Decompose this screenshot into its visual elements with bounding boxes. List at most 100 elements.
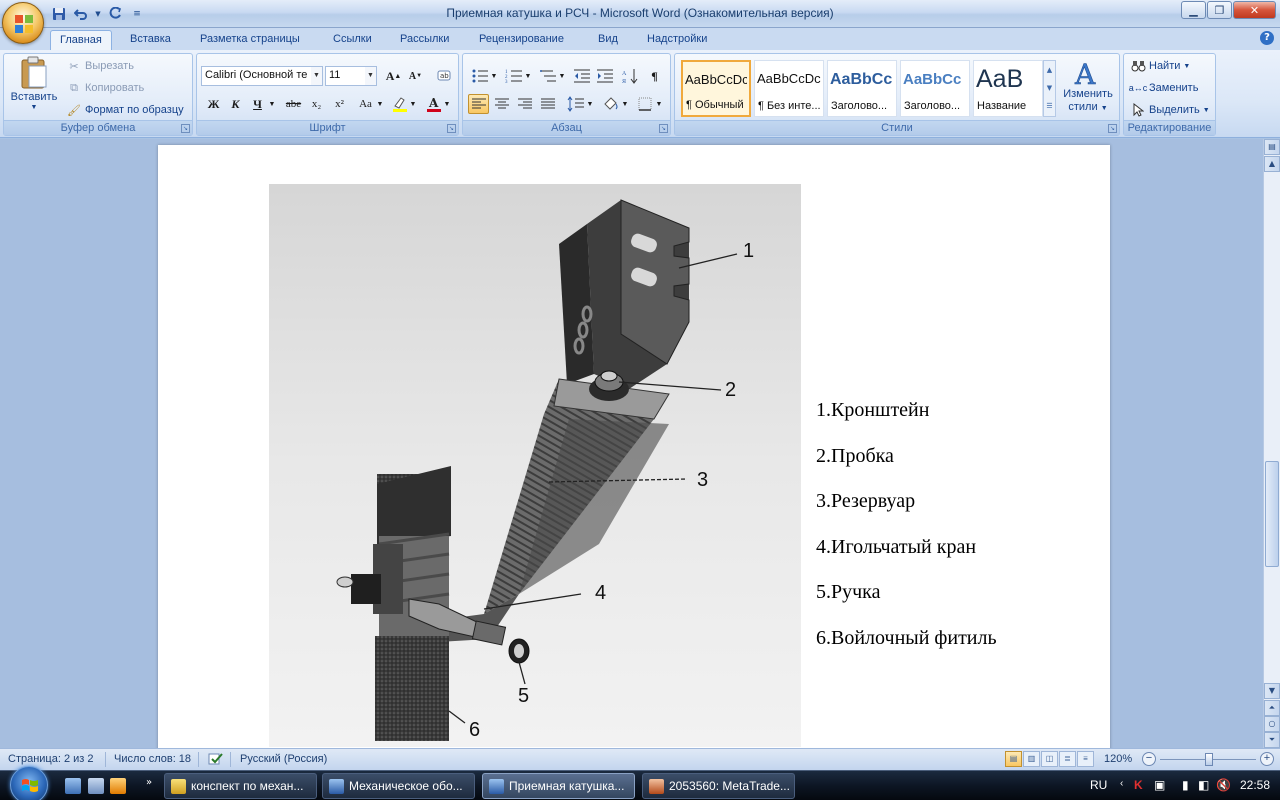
tab-view[interactable]: Вид <box>589 30 627 50</box>
tab-page-layout[interactable]: Разметка страницы <box>191 30 309 50</box>
select-button[interactable]: Выделить ▼ <box>1130 102 1210 118</box>
tab-references[interactable]: Ссылки <box>324 30 381 50</box>
network-icon[interactable]: ▣ <box>1154 778 1165 792</box>
close-button[interactable]: ✕ <box>1233 1 1276 19</box>
volume-icon[interactable]: 🔇 <box>1216 778 1231 792</box>
multilevel-list-button[interactable] <box>537 66 558 86</box>
borders-dropdown-icon[interactable]: ▼ <box>655 94 663 114</box>
full-screen-reading-icon[interactable]: ▥ <box>1023 751 1040 767</box>
align-center-button[interactable] <box>491 94 512 114</box>
language-bar[interactable]: RU <box>1090 778 1107 792</box>
line-spacing-dropdown-icon[interactable]: ▼ <box>586 94 594 114</box>
align-right-button[interactable] <box>514 94 535 114</box>
switch-windows-icon[interactable] <box>88 778 104 794</box>
numbering-button[interactable]: 123 <box>503 66 524 86</box>
show-desktop-icon[interactable] <box>65 778 81 794</box>
start-button[interactable] <box>10 766 48 800</box>
zoom-out-icon[interactable]: − <box>1142 752 1156 766</box>
help-icon[interactable]: ? <box>1260 31 1274 45</box>
shading-dropdown-icon[interactable]: ▼ <box>621 94 629 114</box>
change-styles-button[interactable]: A Изменить стили ▼ <box>1059 58 1117 115</box>
font-size-combo[interactable]: 11 ▼ <box>325 66 377 86</box>
zoom-level[interactable]: 120% <box>1104 753 1132 765</box>
page-count[interactable]: Страница: 2 из 2 <box>8 753 94 765</box>
clock[interactable]: 22:58 <box>1240 778 1270 792</box>
media-player-icon[interactable] <box>110 778 126 794</box>
line-spacing-button[interactable] <box>565 94 586 114</box>
highlight-button[interactable] <box>389 94 410 114</box>
style-normal[interactable]: AaBbCcDc ¶ Обычный <box>681 60 751 117</box>
font-name-dropdown-icon[interactable]: ▼ <box>311 67 322 85</box>
scroll-thumb[interactable] <box>1265 461 1279 567</box>
proofing-icon[interactable] <box>207 751 225 770</box>
align-left-button[interactable] <box>468 94 489 114</box>
paragraph-launcher-icon[interactable]: ↘ <box>659 124 668 133</box>
change-case-dropdown-icon[interactable]: ▼ <box>376 94 384 114</box>
outline-view-icon[interactable]: ≣ <box>1059 751 1076 767</box>
taskbar-task[interactable]: 2053560: MetaTrade... <box>642 773 795 799</box>
gallery-up-icon[interactable]: ▲ <box>1044 61 1055 79</box>
battery-icon[interactable]: ▮ <box>1182 778 1189 792</box>
font-name-combo[interactable]: Calibri (Основной те ▼ <box>201 66 323 86</box>
next-page-icon[interactable]: ⏷ <box>1264 732 1280 748</box>
find-button[interactable]: Найти ▼ <box>1130 58 1190 74</box>
strikethrough-button[interactable]: abe <box>283 94 304 114</box>
zoom-in-icon[interactable]: + <box>1260 752 1274 766</box>
grow-font-button[interactable]: A ▲ <box>383 66 404 86</box>
minimize-button[interactable]: ▁ <box>1181 1 1206 19</box>
paste-dropdown-icon[interactable]: ▼ <box>31 104 38 111</box>
office-button[interactable] <box>2 2 44 44</box>
font-color-dropdown-icon[interactable]: ▼ <box>443 94 451 114</box>
copy-button[interactable]: ⧉ Копировать <box>66 80 144 96</box>
bullets-button[interactable] <box>469 66 490 86</box>
language-indicator[interactable]: Русский (Россия) <box>240 753 327 765</box>
web-layout-icon[interactable]: ◫ <box>1041 751 1058 767</box>
document-page[interactable]: 1 2 3 4 5 6 1.Кронштейн 2.Пробка 3.Резер… <box>158 145 1110 748</box>
tab-insert[interactable]: Вставка <box>121 30 180 50</box>
font-color-button[interactable]: A <box>423 94 444 114</box>
italic-button[interactable]: К <box>225 94 246 114</box>
print-layout-view-icon[interactable]: ▤ <box>1005 751 1022 767</box>
bold-button[interactable]: Ж <box>203 94 224 114</box>
style-heading-2[interactable]: AaBbCc Заголово... <box>900 60 970 117</box>
sort-button[interactable]: АЯ <box>619 66 640 86</box>
style-heading-1[interactable]: AaBbCc Заголово... <box>827 60 897 117</box>
subscript-button[interactable]: x₂ <box>306 94 327 114</box>
taskbar-task[interactable]: конспект по механ... <box>164 773 317 799</box>
taskbar-task[interactable]: Механическое обо... <box>322 773 475 799</box>
antivirus-icon[interactable]: K <box>1134 778 1143 792</box>
gallery-more-icon[interactable]: ☰ <box>1044 97 1055 115</box>
taskbar-task[interactable]: Приемная катушка... <box>482 773 635 799</box>
draft-view-icon[interactable]: ≡ <box>1077 751 1094 767</box>
underline-dropdown-icon[interactable]: ▼ <box>267 94 277 114</box>
tray-app-icon[interactable]: ◧ <box>1198 778 1209 792</box>
change-case-button[interactable]: Aa <box>355 94 376 114</box>
cut-button[interactable]: ✂ Вырезать <box>66 58 134 74</box>
tab-mailings[interactable]: Рассылки <box>391 30 458 50</box>
restore-button[interactable]: ❐ <box>1207 1 1232 19</box>
show-marks-button[interactable]: ¶ <box>644 66 665 86</box>
superscript-button[interactable]: x² <box>329 94 350 114</box>
style-title[interactable]: AaB Название <box>973 60 1043 117</box>
vertical-scrollbar[interactable]: ▤ ▲ ▼ ⏶ ○ ⏷ <box>1263 139 1280 748</box>
tab-addins[interactable]: Надстройки <box>638 30 716 50</box>
shading-button[interactable] <box>600 94 621 114</box>
previous-page-icon[interactable]: ⏶ <box>1264 700 1280 716</box>
underline-button[interactable]: Ч <box>247 94 268 114</box>
paste-button[interactable]: Вставить ▼ <box>8 56 60 111</box>
font-size-dropdown-icon[interactable]: ▼ <box>365 67 376 85</box>
decrease-indent-button[interactable] <box>571 66 592 86</box>
bullets-dropdown-icon[interactable]: ▼ <box>490 66 498 86</box>
borders-button[interactable] <box>634 94 655 114</box>
clear-formatting-button[interactable]: ab <box>433 66 454 86</box>
shrink-font-button[interactable]: A ▼ <box>405 66 426 86</box>
select-browse-object-icon[interactable]: ○ <box>1264 716 1280 732</box>
format-painter-button[interactable]: 🖌 Формат по образцу <box>66 102 184 118</box>
style-no-spacing[interactable]: AaBbCcDc ¶ Без инте... <box>754 60 824 117</box>
gallery-down-icon[interactable]: ▼ <box>1044 79 1055 97</box>
numbering-dropdown-icon[interactable]: ▼ <box>524 66 532 86</box>
styles-launcher-icon[interactable]: ↘ <box>1108 124 1117 133</box>
tab-review[interactable]: Рецензирование <box>470 30 573 50</box>
ruler-toggle-icon[interactable]: ▤ <box>1264 139 1280 155</box>
increase-indent-button[interactable] <box>594 66 615 86</box>
